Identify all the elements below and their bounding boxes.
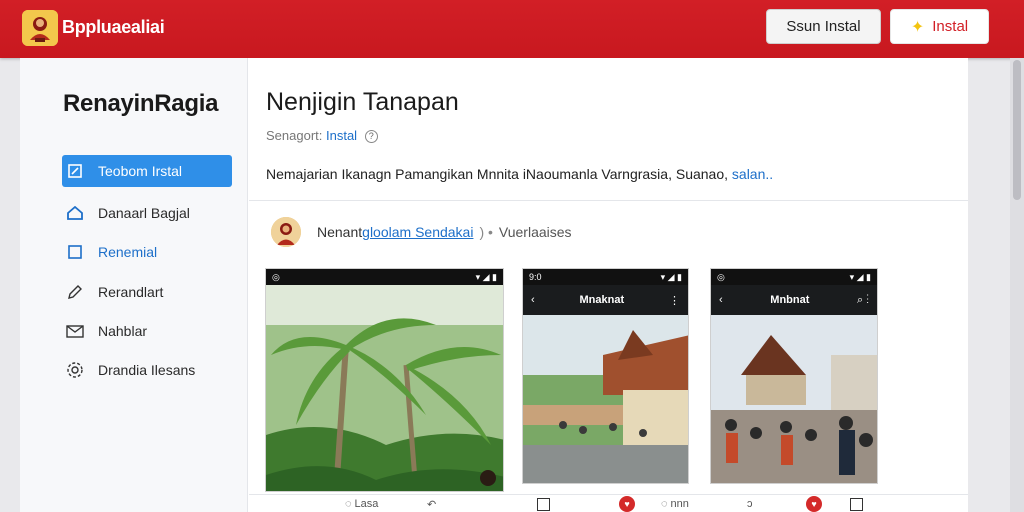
sidebar-item-label: Rerandlart — [98, 284, 164, 300]
install-button[interactable]: ✦ Instal — [890, 9, 989, 44]
divider — [249, 200, 968, 201]
developer-separator: ) • — [479, 224, 493, 240]
scrollbar-thumb[interactable] — [1013, 60, 1021, 200]
link-icon[interactable]: ↄ — [747, 497, 753, 511]
comment-icon: ◌ — [345, 498, 352, 510]
bottom-red-1[interactable]: ♥ — [619, 496, 635, 512]
status-bar: ◎ ▾ ◢ ▮ — [711, 269, 877, 285]
developer-link[interactable]: gloolam Sendakai — [362, 224, 473, 240]
sidebar-item-install[interactable]: Teobom Irstal — [62, 155, 232, 187]
screenshot-controls: ◌ Lasa ↶ ♥ ◌ nnn ↄ ♥ — [249, 494, 968, 512]
install-button-label: Instal — [932, 18, 969, 35]
secondary-install-button[interactable]: Ssun Instal — [766, 9, 881, 44]
main-content: Nenjigin Tanapan Senagort: Instal ? Nema… — [249, 58, 968, 512]
home-icon — [64, 206, 86, 220]
palm-trees-image — [266, 285, 503, 491]
gear-icon — [64, 361, 86, 379]
developer-category: Vuerlaaises — [498, 224, 572, 240]
mail-icon — [64, 324, 86, 338]
square-icon — [537, 497, 550, 511]
sidebar-item-label: Renemial — [98, 244, 158, 260]
pavilion-image — [523, 315, 688, 483]
app-logo — [22, 10, 58, 46]
status-bar: 9:0 ▾ ◢ ▮ — [523, 269, 688, 285]
bottom-item-1[interactable]: ◌ Lasa — [345, 497, 378, 511]
sidebar-title: RenayinRagia — [63, 90, 219, 117]
edit-icon — [64, 164, 86, 178]
status-bar: ◎ ▾ ◢ ▮ — [266, 269, 503, 285]
sidebar-item-settings[interactable]: Drandia Ilesans — [62, 354, 232, 386]
help-icon[interactable]: ? — [364, 130, 378, 143]
screenshot-2[interactable]: 9:0 ▾ ◢ ▮ ‹ Mnaknat ⋮ — [522, 268, 689, 484]
app-bar: ‹ Mnbnat ⌕ ⋮ — [711, 285, 877, 315]
sidebar-item-home[interactable]: Danaarl Bagjal — [62, 197, 232, 229]
heart-icon: ♥ — [806, 496, 822, 512]
sidebar-item-reminder[interactable]: Renemial — [62, 236, 232, 268]
bottom-square-1[interactable] — [537, 497, 550, 511]
sidebar-item-mail[interactable]: Nahblar — [62, 315, 232, 347]
meta-link[interactable]: Instal — [326, 128, 357, 143]
bottom-red-2[interactable]: ♥ — [806, 496, 822, 512]
screenshot-title: Mnaknat — [579, 294, 625, 306]
description-more-link[interactable]: salan.. — [732, 166, 773, 182]
sidebar-item-label: Drandia Ilesans — [98, 362, 196, 378]
square-icon — [64, 245, 86, 259]
screenshot-title: Mnbnat — [770, 294, 810, 306]
search-icon: ◌ — [661, 498, 668, 510]
screenshot-3[interactable]: ◎ ▾ ◢ ▮ ‹ Mnbnat ⌕ ⋮ — [710, 268, 878, 484]
sidebar: RenayinRagia Teobom Irstal Danaarl Bagja… — [20, 58, 248, 512]
description-text: Nemajarian Ikanagn Pamangikan Mnnita iNa… — [266, 166, 729, 182]
bottom-square-2[interactable] — [850, 497, 863, 511]
sidebar-item-label: Nahblar — [98, 323, 148, 339]
sidebar-item-review[interactable]: Rerandlart — [62, 276, 232, 308]
crowd-image — [711, 315, 877, 483]
bottom-item-2[interactable]: ◌ nnn — [661, 497, 689, 511]
app-title: Bppluaealiai — [62, 17, 165, 37]
app-bar: ‹ Mnaknat ⋮ — [523, 285, 688, 315]
content-card: RenayinRagia Teobom Irstal Danaarl Bagja… — [20, 58, 968, 512]
star-icon: ✦ — [910, 18, 925, 36]
heart-icon: ♥ — [619, 496, 635, 512]
back-icon: ‹ — [719, 294, 723, 306]
developer-name: Nenant — [317, 224, 363, 240]
meta-label: Senagort: — [266, 128, 323, 143]
screenshot-1[interactable]: ◎ ▾ ◢ ▮ — [265, 268, 504, 492]
square-icon — [850, 497, 863, 511]
meta-line: Senagort: Instal ? — [266, 128, 378, 143]
sidebar-item-label: Teobom Irstal — [98, 163, 183, 179]
share-icon[interactable]: ↶ — [427, 497, 436, 511]
pencil-icon — [64, 284, 86, 300]
description: Nemajarian Ikanagn Pamangikan Mnnita iNa… — [266, 166, 773, 182]
back-icon: ‹ — [531, 294, 535, 306]
page-title: Nenjigin Tanapan — [266, 88, 459, 116]
developer-row: Nenant gloolam Sendakai ) • Vuerlaaises — [271, 216, 572, 248]
sidebar-item-label: Danaarl Bagjal — [98, 205, 190, 221]
developer-avatar — [271, 217, 301, 247]
top-bar: Bppluaealiai Ssun Instal ✦ Instal — [0, 0, 1024, 58]
